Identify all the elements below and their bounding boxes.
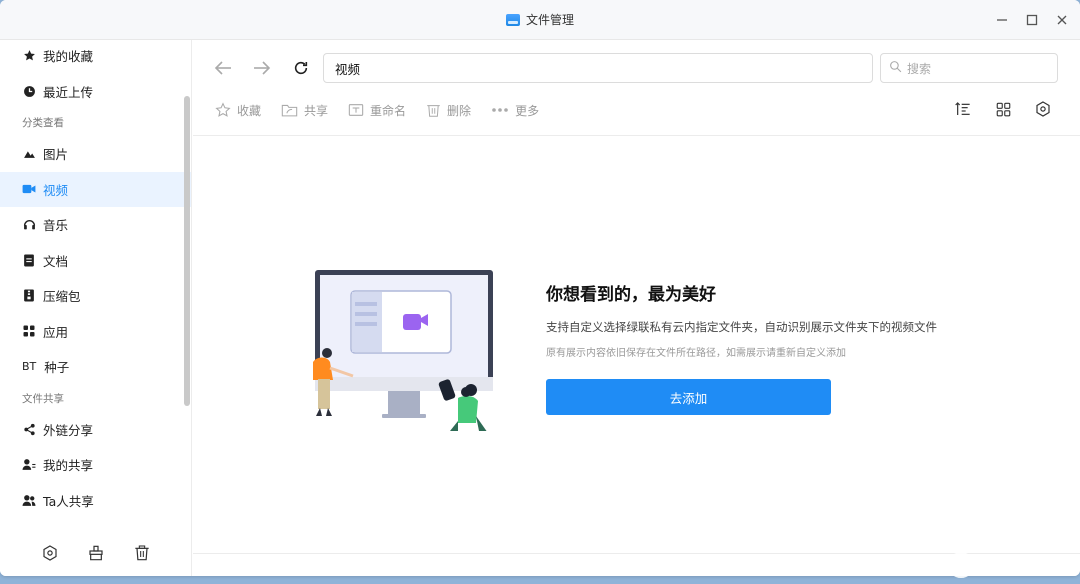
share-label: 共享 [304, 103, 329, 118]
sidebar-item-torrents[interactable]: BT 种子 [0, 349, 191, 385]
window-title: 文件管理 [525, 13, 574, 27]
sidebar-item-label: 我的共享 [43, 458, 94, 474]
toolbar-divider [193, 135, 1080, 136]
share-button[interactable]: 共享 [281, 102, 328, 119]
sidebar-item-documents[interactable]: 文档 [0, 243, 191, 279]
sidebar-item-favorites[interactable]: 我的收藏 [0, 38, 191, 74]
watermark: 值 什么值得买 [948, 552, 1070, 578]
footer-divider [193, 553, 1080, 554]
grid-view-icon[interactable] [994, 100, 1012, 118]
apps-icon [22, 324, 36, 338]
empty-state-text: 你想看到的，最为美好 支持自定义选择绿联私有云内指定文件夹，自动识别展示文件夹下… [546, 280, 986, 415]
sidebar-item-music[interactable]: 音乐 [0, 207, 191, 243]
window-controls [994, 0, 1070, 40]
search-placeholder: 搜索 [907, 61, 932, 76]
sidebar-item-label: 种子 [44, 360, 70, 376]
sidebar-item-images[interactable]: 图片 [0, 136, 191, 172]
path-input[interactable]: 视频 [323, 53, 873, 83]
star-outline-icon [215, 102, 231, 118]
sidebar-item-others-shares[interactable]: Ta人共享 [0, 483, 191, 519]
more-dots-icon [491, 107, 509, 113]
clock-icon [22, 84, 36, 98]
sidebar-item-videos[interactable]: 视频 [0, 171, 191, 207]
section-share-heading: 文件共享 [22, 392, 64, 405]
sidebar-item-label: 文档 [43, 253, 69, 269]
settings-icon[interactable] [41, 544, 59, 562]
search-input[interactable]: 搜索 [880, 53, 1058, 83]
bt-icon: BT [22, 360, 37, 374]
share-icon [22, 422, 36, 436]
more-button[interactable]: 更多 [491, 102, 539, 119]
minimize-icon[interactable] [994, 12, 1010, 28]
file-manager-app-icon [505, 13, 520, 26]
trash-icon[interactable] [133, 544, 151, 562]
forward-arrow-icon[interactable] [252, 58, 272, 78]
sidebar-item-label: 图片 [43, 147, 69, 163]
rename-button[interactable]: 重命名 [348, 102, 406, 119]
close-icon[interactable] [1054, 12, 1070, 28]
headphones-icon [22, 218, 36, 232]
sidebar-item-label: 音乐 [43, 218, 69, 234]
sidebar-item-label: 压缩包 [43, 289, 81, 305]
favorite-button[interactable]: 收藏 [215, 102, 261, 119]
watermark-logo-icon: 值 [948, 552, 974, 578]
rename-icon [348, 102, 364, 118]
section-category-heading: 分类查看 [22, 117, 64, 129]
more-label: 更多 [515, 103, 540, 118]
sidebar-scrollbar[interactable] [184, 96, 190, 406]
search-icon [889, 60, 902, 76]
rename-label: 重命名 [370, 103, 407, 118]
sidebar-item-recent-uploads[interactable]: 最近上传 [0, 74, 191, 110]
add-folder-button[interactable]: 去添加 [546, 379, 831, 415]
sidebar: 我的收藏 最近上传 分类查看 图片 视频 音乐 文档 压缩包 应用 BT 种子 … [0, 40, 192, 576]
sidebar-footer-actions [0, 544, 192, 562]
action-toolbar: 收藏 共享 重命名 删除 更多 [193, 96, 1080, 124]
archive-icon [22, 289, 36, 303]
trash-outline-icon [426, 102, 441, 118]
empty-description: 支持自定义选择绿联私有云内指定文件夹，自动识别展示文件夹下的视频文件 [546, 320, 937, 334]
watermark-text: 什么值得买 [980, 556, 1070, 577]
sidebar-item-label: 外链分享 [43, 422, 94, 438]
sidebar-item-label: 我的收藏 [43, 49, 94, 65]
sidebar-item-archives[interactable]: 压缩包 [0, 278, 191, 314]
delete-label: 删除 [447, 103, 472, 118]
sidebar-item-apps[interactable]: 应用 [0, 314, 191, 350]
clean-icon[interactable] [87, 544, 105, 562]
user-share-icon [22, 458, 36, 472]
main-panel: 视频 搜索 收藏 共享 重命名 删除 更多 你想看到的，最为美好 支持自定义选择… [193, 40, 1080, 576]
address-row: 视频 搜索 [193, 40, 1080, 96]
image-icon [22, 147, 36, 161]
document-icon [22, 253, 36, 267]
star-icon [22, 49, 36, 63]
file-manager-window: 文件管理 我的收藏 最近上传 分类查看 图片 视频 音乐 文档 压缩包 应用 B… [0, 0, 1080, 576]
view-settings-icon[interactable] [1034, 100, 1052, 118]
back-arrow-icon[interactable] [213, 58, 233, 78]
sort-icon[interactable] [954, 100, 972, 118]
title-bar: 文件管理 [0, 0, 1080, 40]
empty-state-illustration [308, 266, 508, 436]
sidebar-item-label: 最近上传 [43, 84, 94, 100]
refresh-icon[interactable] [291, 58, 311, 78]
empty-title: 你想看到的，最为美好 [546, 285, 716, 305]
share-folder-icon [281, 102, 298, 118]
maximize-icon[interactable] [1024, 12, 1040, 28]
sidebar-item-link-share[interactable]: 外链分享 [0, 412, 191, 448]
users-icon [22, 493, 36, 507]
delete-button[interactable]: 删除 [426, 102, 471, 119]
sidebar-item-label: 视频 [43, 182, 69, 198]
sidebar-item-label: 应用 [43, 324, 69, 340]
video-icon [22, 182, 36, 196]
favorite-label: 收藏 [237, 103, 262, 118]
view-tools [954, 100, 1052, 118]
sidebar-item-label: Ta人共享 [43, 493, 94, 509]
empty-hint: 原有展示内容依旧保存在文件所在路径，如需展示请重新自定义添加 [546, 348, 846, 359]
sidebar-item-my-shares[interactable]: 我的共享 [0, 447, 191, 483]
